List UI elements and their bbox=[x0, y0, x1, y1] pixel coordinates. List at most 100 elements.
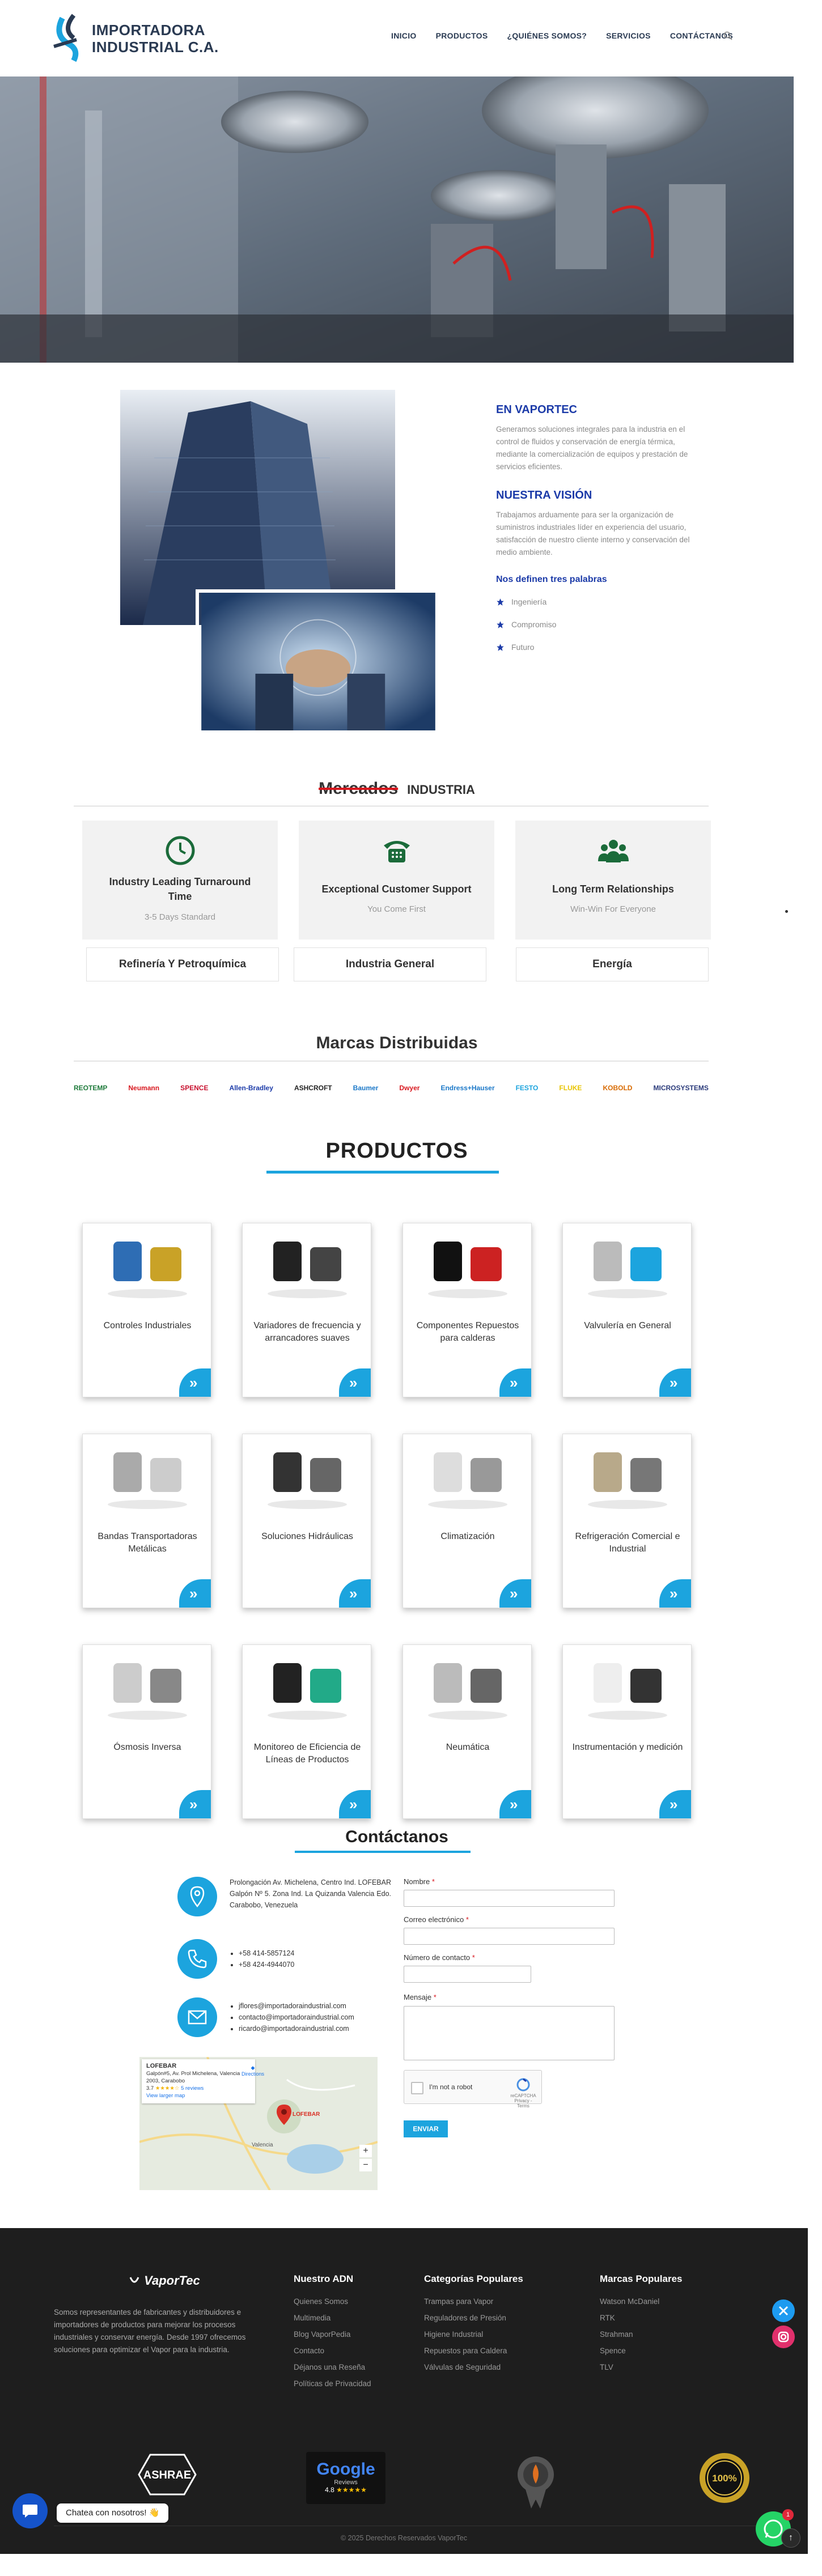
product-link-button[interactable]: » bbox=[499, 1579, 531, 1608]
map-reviews-link[interactable]: 5 reviews bbox=[181, 2085, 204, 2092]
product-link-button[interactable]: » bbox=[179, 1790, 211, 1818]
nav-productos[interactable]: PRODUCTOS bbox=[436, 31, 488, 40]
product-image bbox=[588, 1242, 667, 1298]
product-card[interactable]: Bandas Transportadoras Metálicas » bbox=[82, 1434, 211, 1608]
email-field[interactable] bbox=[404, 1928, 615, 1945]
map-directions-link[interactable]: ◆ Directions bbox=[241, 2065, 264, 2077]
product-label: Monitoreo de Eficiencia de Líneas de Pro… bbox=[253, 1742, 361, 1765]
zoom-in-button[interactable]: + bbox=[359, 2145, 372, 2157]
footer-link[interactable]: Repuestos para Caldera bbox=[424, 2347, 523, 2355]
footer-link[interactable]: TLV bbox=[600, 2363, 683, 2371]
product-link-button[interactable]: » bbox=[339, 1790, 371, 1818]
footer-link[interactable]: Strahman bbox=[600, 2330, 683, 2339]
chat-prompt[interactable]: Chatea con nosotros! 👋 bbox=[57, 2503, 169, 2523]
phone-number[interactable]: +58 414-5857124 bbox=[239, 1948, 294, 1959]
copyright-text: © 2025 Derechos Reservados VaporTec bbox=[341, 2534, 467, 2542]
email-address[interactable]: contacto@importadoraindustrial.com bbox=[239, 2012, 354, 2023]
product-card[interactable]: Soluciones Hidráulicas » bbox=[242, 1434, 371, 1608]
product-link-button[interactable]: » bbox=[179, 1579, 211, 1608]
product-link-button[interactable]: » bbox=[659, 1579, 691, 1608]
scroll-top-button[interactable]: ↑ bbox=[781, 2528, 800, 2548]
recaptcha-widget: I'm not a robot reCAPTCHA Privacy - Term… bbox=[404, 2070, 542, 2109]
product-image bbox=[428, 1663, 507, 1720]
email-list: jflores@importadoraindustrial.com contac… bbox=[230, 2000, 354, 2034]
phone-icon bbox=[177, 1939, 217, 1979]
product-card[interactable]: Neumática » bbox=[402, 1644, 532, 1819]
product-link-button[interactable]: » bbox=[659, 1790, 691, 1818]
brand-logo: MICROSYSTEMS bbox=[653, 1084, 709, 1092]
footer-link[interactable]: Watson McDaniel bbox=[600, 2297, 683, 2306]
footer-link[interactable]: Reguladores de Presión bbox=[424, 2314, 523, 2322]
twitter-icon[interactable] bbox=[772, 2299, 795, 2322]
footer-link[interactable]: Válvulas de Seguridad bbox=[424, 2363, 523, 2371]
footer-link[interactable]: Contacto bbox=[294, 2347, 371, 2355]
product-card[interactable]: Componentes Repuestos para calderas » bbox=[402, 1223, 532, 1397]
instagram-icon[interactable] bbox=[772, 2326, 795, 2348]
market-refineria[interactable]: Refinería Y Petroquímica bbox=[86, 947, 279, 981]
search-icon[interactable] bbox=[723, 31, 732, 40]
star-icon bbox=[497, 598, 504, 606]
footer-link[interactable]: Déjanos una Reseña bbox=[294, 2363, 371, 2371]
email-address[interactable]: ricardo@importadoraindustrial.com bbox=[239, 2023, 354, 2034]
hero-industrial-machinery-image bbox=[0, 76, 794, 363]
site-logo[interactable]: IMPORTADORA INDUSTRIAL C.A. bbox=[51, 12, 221, 66]
logo-mark-icon bbox=[53, 14, 79, 62]
about-text: Generamos soluciones integrales para la … bbox=[496, 425, 688, 471]
product-link-button[interactable]: » bbox=[179, 1368, 211, 1397]
google-reviews-badge[interactable]: Google Reviews 4.8 ★★★★★ bbox=[306, 2452, 385, 2504]
product-label: Ósmosis Inversa bbox=[113, 1742, 181, 1752]
footer-link[interactable]: RTK bbox=[600, 2314, 683, 2322]
product-label: Valvulería en General bbox=[584, 1321, 671, 1330]
nav-inicio[interactable]: INICIO bbox=[391, 31, 417, 40]
embedded-map[interactable]: LOFEBAR Galpón#5, Av. Prol Michelena, Va… bbox=[139, 2057, 378, 2190]
phone-number[interactable]: +58 424-4944070 bbox=[239, 1959, 294, 1970]
zoom-out-button[interactable]: − bbox=[359, 2159, 372, 2171]
footer-link[interactable]: Spence bbox=[600, 2347, 683, 2355]
market-industria-general[interactable]: Industria General bbox=[294, 947, 486, 981]
product-link-button[interactable]: » bbox=[499, 1368, 531, 1397]
footer-link[interactable]: Blog VaporPedia bbox=[294, 2330, 371, 2339]
recaptcha-branding: reCAPTCHA Privacy - Terms bbox=[509, 2077, 537, 2109]
product-card[interactable]: Controles Industriales » bbox=[82, 1223, 211, 1397]
product-link-button[interactable]: » bbox=[339, 1368, 371, 1397]
footer-logo[interactable]: VaporTec bbox=[128, 2273, 200, 2288]
map-larger-link[interactable]: View larger map bbox=[146, 2092, 251, 2099]
double-chevron-right-icon: » bbox=[189, 1796, 198, 1813]
product-card[interactable]: Valvulería en General » bbox=[562, 1223, 692, 1397]
chat-button[interactable] bbox=[12, 2493, 48, 2528]
send-button[interactable]: ENVIAR bbox=[404, 2120, 448, 2137]
double-chevron-right-icon: » bbox=[510, 1374, 518, 1391]
product-card[interactable]: Monitoreo de Eficiencia de Líneas de Pro… bbox=[242, 1644, 371, 1819]
slider-dot[interactable] bbox=[785, 910, 788, 913]
email-address[interactable]: jflores@importadoraindustrial.com bbox=[239, 2000, 354, 2012]
recaptcha-checkbox[interactable] bbox=[411, 2082, 423, 2094]
product-card[interactable]: Ósmosis Inversa » bbox=[82, 1644, 211, 1819]
footer-link[interactable]: Higiene Industrial bbox=[424, 2330, 523, 2339]
map-info-card: LOFEBAR Galpón#5, Av. Prol Michelena, Va… bbox=[142, 2059, 255, 2103]
double-chevron-right-icon: » bbox=[510, 1796, 518, 1813]
product-link-button[interactable]: » bbox=[499, 1790, 531, 1818]
product-card[interactable]: Climatización » bbox=[402, 1434, 532, 1608]
contact-title: Contáctanos bbox=[345, 1827, 448, 1846]
nav-servicios[interactable]: SERVICIOS bbox=[606, 31, 651, 40]
product-link-button[interactable]: » bbox=[339, 1579, 371, 1608]
nav-quienes-somos[interactable]: ¿QUIÉNES SOMOS? bbox=[507, 31, 587, 40]
feature-title: Long Term Relationships bbox=[552, 883, 674, 895]
market-energia[interactable]: Energía bbox=[516, 947, 709, 981]
name-field[interactable] bbox=[404, 1890, 615, 1907]
footer-link[interactable]: Multimedia bbox=[294, 2314, 371, 2322]
brand-logo: REOTEMP bbox=[74, 1084, 108, 1092]
phone-field[interactable] bbox=[404, 1966, 531, 1983]
product-label: Variadores de frecuencia y arrancadores … bbox=[253, 1321, 361, 1343]
award-ribbon-badge bbox=[513, 2452, 558, 2511]
message-textarea[interactable] bbox=[404, 2006, 615, 2060]
product-card[interactable]: Refrigeración Comercial e Industrial » bbox=[562, 1434, 692, 1608]
product-image bbox=[588, 1663, 667, 1720]
product-card[interactable]: Instrumentación y medición » bbox=[562, 1644, 692, 1819]
footer-link[interactable]: Políticas de Privacidad bbox=[294, 2379, 371, 2388]
footer-link[interactable]: Quienes Somos bbox=[294, 2297, 371, 2306]
footer-link[interactable]: Trampas para Vapor bbox=[424, 2297, 523, 2306]
product-link-button[interactable]: » bbox=[659, 1368, 691, 1397]
product-card[interactable]: Variadores de frecuencia y arrancadores … bbox=[242, 1223, 371, 1397]
star-icon bbox=[497, 643, 504, 651]
